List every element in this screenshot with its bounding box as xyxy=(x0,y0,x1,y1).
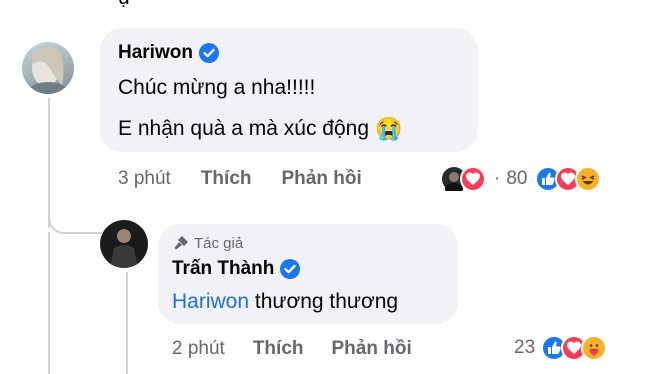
reply-reactions[interactable]: 23 xyxy=(514,335,608,361)
like-action-button[interactable]: Thích xyxy=(253,338,304,360)
reply-action-button[interactable]: Phản hồi xyxy=(282,168,362,190)
reaction-separator: · xyxy=(494,168,501,189)
avatar-tran-thanh[interactable] xyxy=(100,220,148,268)
comment-timestamp[interactable]: 3 phút xyxy=(118,168,171,190)
comment-reactions[interactable]: · 80 xyxy=(440,165,602,195)
reply-bubble: Tác giả Trấn Thành Hariwon thương thương xyxy=(158,224,458,324)
love-reaction-icon xyxy=(460,166,486,192)
comment-text-line-2: E nhận quà a mà xúc động xyxy=(118,117,370,140)
comment-author[interactable]: Trấn Thành xyxy=(172,258,274,280)
reaction-count[interactable]: 23 xyxy=(514,337,535,359)
comment-bubble: Hariwon Chúc mừng a nha!!!!! E nhận quà … xyxy=(100,28,478,152)
reply-thread-line xyxy=(126,272,128,374)
verified-badge-icon xyxy=(280,259,301,279)
reply-text: thương thương xyxy=(254,290,399,313)
mention-link[interactable]: Hariwon xyxy=(172,290,249,313)
verified-badge-icon xyxy=(198,43,219,63)
avatar-image xyxy=(110,229,138,268)
reply-actions: 2 phút Thích Phản hồi xyxy=(172,338,412,360)
author-badge: Tác giả xyxy=(194,234,244,252)
avatar-hariwon[interactable] xyxy=(22,42,74,94)
clipped-text-fragment: ự xyxy=(118,0,132,10)
like-action-button[interactable]: Thích xyxy=(201,168,252,190)
comment-timestamp[interactable]: 2 phút xyxy=(172,338,225,360)
reply-action-button[interactable]: Phản hồi xyxy=(332,338,412,360)
avatar-image xyxy=(28,47,68,94)
comment-actions: 3 phút Thích Phản hồi xyxy=(118,168,362,190)
comment-author[interactable]: Hariwon xyxy=(118,42,193,64)
microphone-icon xyxy=(174,236,188,250)
care-reaction-icon xyxy=(581,335,608,361)
thread-connector xyxy=(48,190,102,234)
crying-emoji: 😭 xyxy=(375,116,403,141)
thread-line-continuation xyxy=(48,232,50,374)
comment-text-line-1: Chúc mừng a nha!!!!! xyxy=(118,76,316,99)
haha-reaction-icon xyxy=(575,166,602,192)
reaction-count[interactable]: 80 xyxy=(506,168,527,190)
